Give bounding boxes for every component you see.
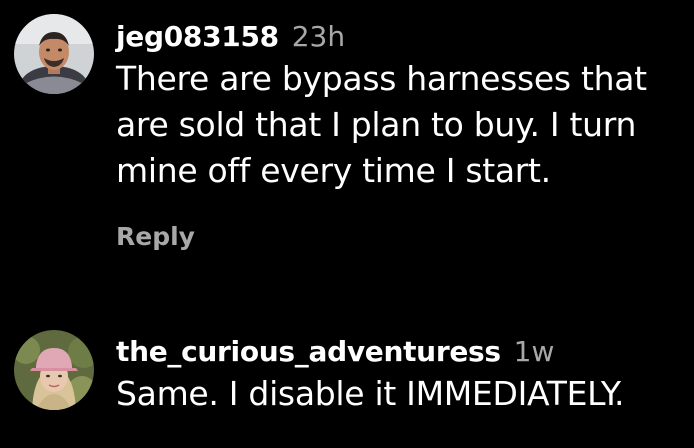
comment-text: Same. I disable it IMMEDIATELY. xyxy=(116,374,625,413)
reply-button[interactable]: Reply xyxy=(116,222,690,251)
username-link[interactable]: the_curious_adventuress xyxy=(116,335,501,368)
comment-text: There are bypass harnesses that are sold… xyxy=(116,59,647,190)
comment-meta: the_curious_adventuress 1w xyxy=(116,335,690,369)
username-link[interactable]: jeg083158 xyxy=(116,20,279,53)
comment-body: jeg083158 23h There are bypass harnesses… xyxy=(116,20,690,251)
avatar[interactable] xyxy=(14,330,94,410)
comment-meta: jeg083158 23h xyxy=(116,20,690,54)
comment-timestamp[interactable]: 1w xyxy=(514,335,555,368)
avatar[interactable] xyxy=(14,14,94,94)
avatar-photo xyxy=(14,330,94,410)
avatar-photo xyxy=(14,14,94,94)
comment-timestamp[interactable]: 23h xyxy=(292,20,345,53)
comment-body: the_curious_adventuress 1w Same. I disab… xyxy=(116,335,690,417)
